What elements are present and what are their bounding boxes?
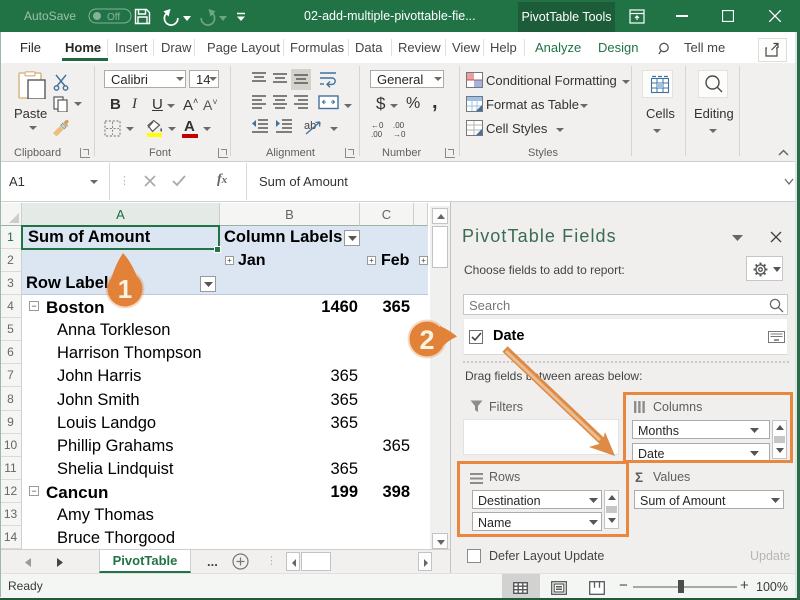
svg-text:.00: .00 [371,130,383,138]
svg-text:.00: .00 [393,121,405,130]
svg-text:←0: ←0 [371,121,384,130]
svg-text:→0: →0 [393,130,406,138]
svg-text:Off: Off [107,12,120,23]
